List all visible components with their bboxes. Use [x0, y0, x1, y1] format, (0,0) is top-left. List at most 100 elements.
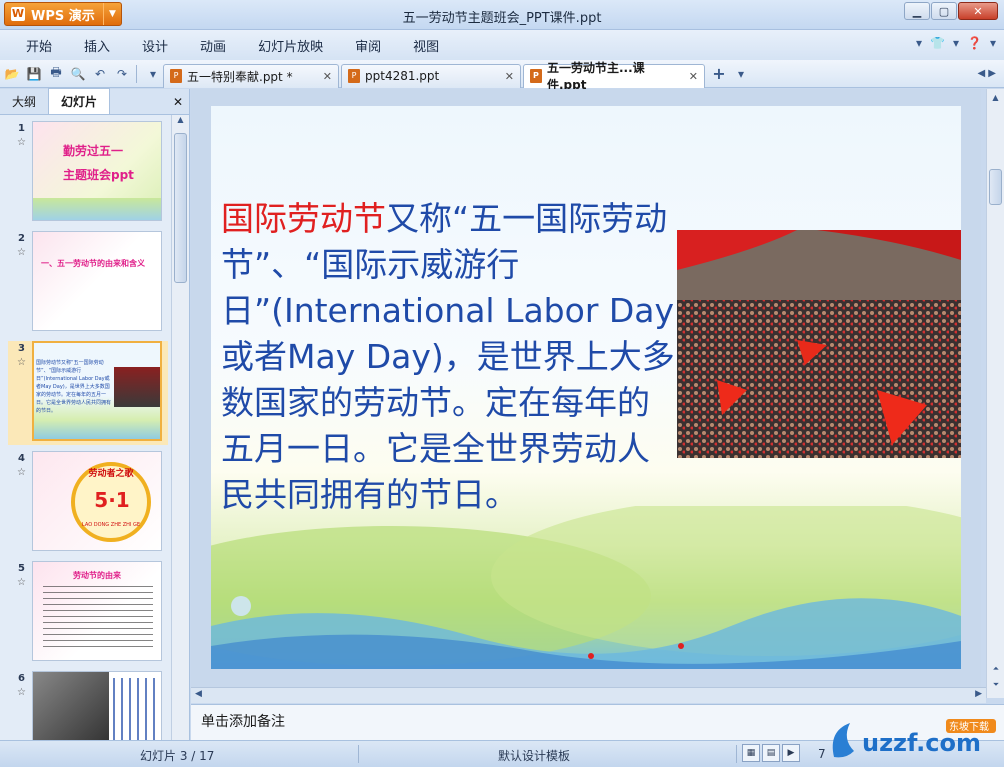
slide-thumbnail-2[interactable]: 2 ☆ 一、五一劳动节的由来和含义 [8, 231, 168, 335]
scroll-up-icon[interactable]: ▲ [172, 115, 189, 124]
redo-icon[interactable]: ↷ [112, 64, 132, 84]
slide-thumbnail-3[interactable]: 3 ☆ 国际劳动节又称“五一国际劳动节”、“国际示威游行日”(Internati… [8, 341, 168, 445]
badge-ring-text: 劳动者之歌 [88, 469, 134, 479]
design-template-label: 默认设计模板 [498, 749, 571, 763]
thumbnail-photo [33, 672, 109, 740]
slide-number: 6 [18, 673, 25, 684]
menu-item-home[interactable]: 开始 [10, 36, 68, 55]
thumbnail-text: 一、五一劳动节的由来和含义 [41, 259, 145, 268]
doc-tab-label: ppt4281.ppt [365, 69, 440, 83]
doc-tab-1[interactable]: P 五一特别奉献.ppt * ✕ [163, 63, 339, 88]
close-icon[interactable]: ✕ [173, 95, 183, 109]
slide-thumbnail-1[interactable]: 1 ☆ 勤劳过五一 主题班会ppt [8, 121, 168, 225]
window-title: 五一劳动节主题班会_PPT课件.ppt [402, 11, 602, 26]
scrollbar-thumb[interactable] [174, 133, 187, 283]
current-slide[interactable]: 国际劳动节又称“五一国际劳动节”、“国际示威游行日”(International… [211, 106, 961, 669]
save-icon[interactable]: 💾 [24, 64, 44, 84]
print-preview-icon[interactable]: 🔍 [68, 64, 88, 84]
customize-toolbar-icon[interactable]: ▾ [143, 64, 163, 84]
new-tab-icon[interactable]: + [709, 64, 729, 84]
scroll-right-icon[interactable]: ▶ [975, 689, 982, 699]
animation-star-icon: ☆ [17, 357, 26, 368]
badge-subtext: LAO DONG ZHE ZHI GE [82, 522, 140, 528]
normal-view-icon[interactable]: ▦ [742, 744, 760, 762]
ppt-file-icon: P [530, 69, 542, 83]
meadow-decoration [211, 506, 961, 669]
watermark-brand: uzzf.com [862, 729, 981, 757]
scroll-left-icon[interactable]: ◀ [195, 689, 202, 699]
slide-thumbnail-4[interactable]: 4 ☆ 劳动者之歌 5·1 LAO DONG ZHE ZHI GE [8, 451, 168, 555]
slide-sorter-icon[interactable]: ▤ [762, 744, 780, 762]
slide-number: 3 [18, 343, 25, 354]
ppt-file-icon: P [348, 69, 360, 83]
thumbnail-photo [114, 367, 160, 407]
quick-access-toolbar: 📂 💾 🖶 🔍 ↶ ↷ ▾ P 五一特别奉献.ppt * ✕ P ppt4281… [0, 60, 1004, 92]
open-folder-icon[interactable]: 📂 [2, 64, 22, 84]
skin-icon[interactable]: 👕 [930, 36, 945, 50]
slide-main-text: 又称“五一国际劳动节”、“国际示威游行日”(International Labo… [221, 199, 675, 514]
menu-item-review[interactable]: 审阅 [339, 36, 397, 55]
slide-body-text[interactable]: 国际劳动节又称“五一国际劳动节”、“国际示威游行日”(International… [221, 196, 681, 518]
print-icon[interactable]: 🖶 [46, 64, 66, 84]
doc-tab-3[interactable]: P 五一劳动节主...课件.ppt ✕ [523, 61, 705, 92]
ppt-file-icon: P [170, 69, 182, 83]
menu-item-insert[interactable]: 插入 [68, 36, 126, 55]
animation-star-icon: ☆ [17, 577, 26, 588]
animation-star-icon: ☆ [17, 687, 26, 698]
slide-number: 4 [18, 453, 25, 464]
scrollbar-thumb[interactable] [989, 169, 1002, 205]
close-icon[interactable]: ✕ [689, 70, 698, 83]
slide-number: 1 [18, 123, 25, 134]
slide-number: 5 [18, 563, 25, 574]
close-icon[interactable]: ✕ [505, 70, 514, 83]
help-icon[interactable]: ❓ [967, 36, 982, 50]
zoom-level: 7 [818, 747, 826, 761]
doc-tab-label: 五一特别奉献.ppt * [187, 69, 293, 84]
menu-item-animation[interactable]: 动画 [184, 36, 242, 55]
notes-placeholder: 单击添加备注 [201, 714, 285, 730]
slide-number: 2 [18, 233, 25, 244]
maximize-button[interactable]: ▢ [931, 2, 957, 20]
prev-slide-icon[interactable]: ⏶ [987, 664, 1004, 674]
animation-star-icon: ☆ [17, 467, 26, 478]
thumbnail-subtitle: 主题班会ppt [63, 168, 134, 182]
slideshow-icon[interactable]: ▶ [782, 744, 800, 762]
thumbnail-text: 国际劳动节又称“五一国际劳动节”、“国际示威游行日”(International… [36, 360, 112, 414]
tab-scroll-icon[interactable]: ◀ ▶ [977, 68, 996, 79]
chevron-down-icon[interactable]: ▾ [953, 36, 959, 50]
chevron-down-icon[interactable]: ▾ [916, 36, 922, 50]
menu-item-slideshow[interactable]: 幻灯片放映 [242, 36, 339, 55]
minimize-button[interactable]: ▁ [904, 2, 930, 20]
thumbnail-title: 劳动节的由来 [73, 571, 121, 580]
menu-bar: 开始 插入 设计 动画 幻灯片放映 审阅 视图 ▾ 👕 ▾ ❓ ▾ [0, 30, 1004, 60]
tab-outline[interactable]: 大纲 [0, 89, 48, 114]
next-slide-icon[interactable]: ⏷ [987, 680, 1004, 690]
animation-star-icon: ☆ [17, 247, 26, 258]
title-bar: W WPS 演示 ▼ 五一劳动节主题班会_PPT课件.ppt ▁ ▢ ✕ [0, 0, 1004, 30]
thumbnail-scrollbar[interactable]: ▲ [171, 115, 189, 740]
tab-slides[interactable]: 幻灯片 [48, 88, 111, 114]
doc-tab-2[interactable]: P ppt4281.ppt ✕ [341, 63, 521, 88]
chevron-down-icon[interactable]: ▾ [990, 36, 996, 50]
thumbnail-list: 1 ☆ 勤劳过五一 主题班会ppt 2 ☆ 一、五一劳动节的由来和含义 3 ☆ … [0, 115, 172, 740]
watermark-tagline: 东坡下载 [949, 720, 989, 733]
slide-vertical-scrollbar[interactable]: ▲ ⏶ ⏷ [986, 89, 1004, 698]
thumbnail-text-lines [113, 678, 159, 740]
animation-star-icon: ☆ [17, 137, 26, 148]
undo-icon[interactable]: ↶ [90, 64, 110, 84]
menu-item-view[interactable]: 视图 [397, 36, 455, 55]
thumbnail-title: 勤劳过五一 [63, 144, 124, 158]
slide-horizontal-scrollbar[interactable]: ◀ ▶ [191, 687, 986, 703]
slide-thumbnail-5[interactable]: 5 ☆ 劳动节的由来 [8, 561, 168, 665]
slide-editor: 国际劳动节又称“五一国际劳动节”、“国际示威游行日”(International… [191, 89, 981, 687]
thumbnail-text-lines [43, 586, 153, 652]
slides-panel: 大纲 幻灯片 ✕ 1 ☆ 勤劳过五一 主题班会ppt 2 ☆ 一、五一劳动节的由… [0, 88, 190, 740]
menu-item-design[interactable]: 设计 [126, 36, 184, 55]
slide-counter: 幻灯片 3 / 17 [140, 749, 215, 763]
scroll-up-icon[interactable]: ▲ [987, 93, 1004, 102]
close-button[interactable]: ✕ [958, 2, 998, 20]
close-icon[interactable]: ✕ [323, 70, 332, 83]
slide-thumbnail-6[interactable]: 6 ☆ [8, 671, 168, 740]
chevron-down-icon[interactable]: ▾ [731, 64, 751, 84]
crowd-photo [677, 230, 961, 458]
